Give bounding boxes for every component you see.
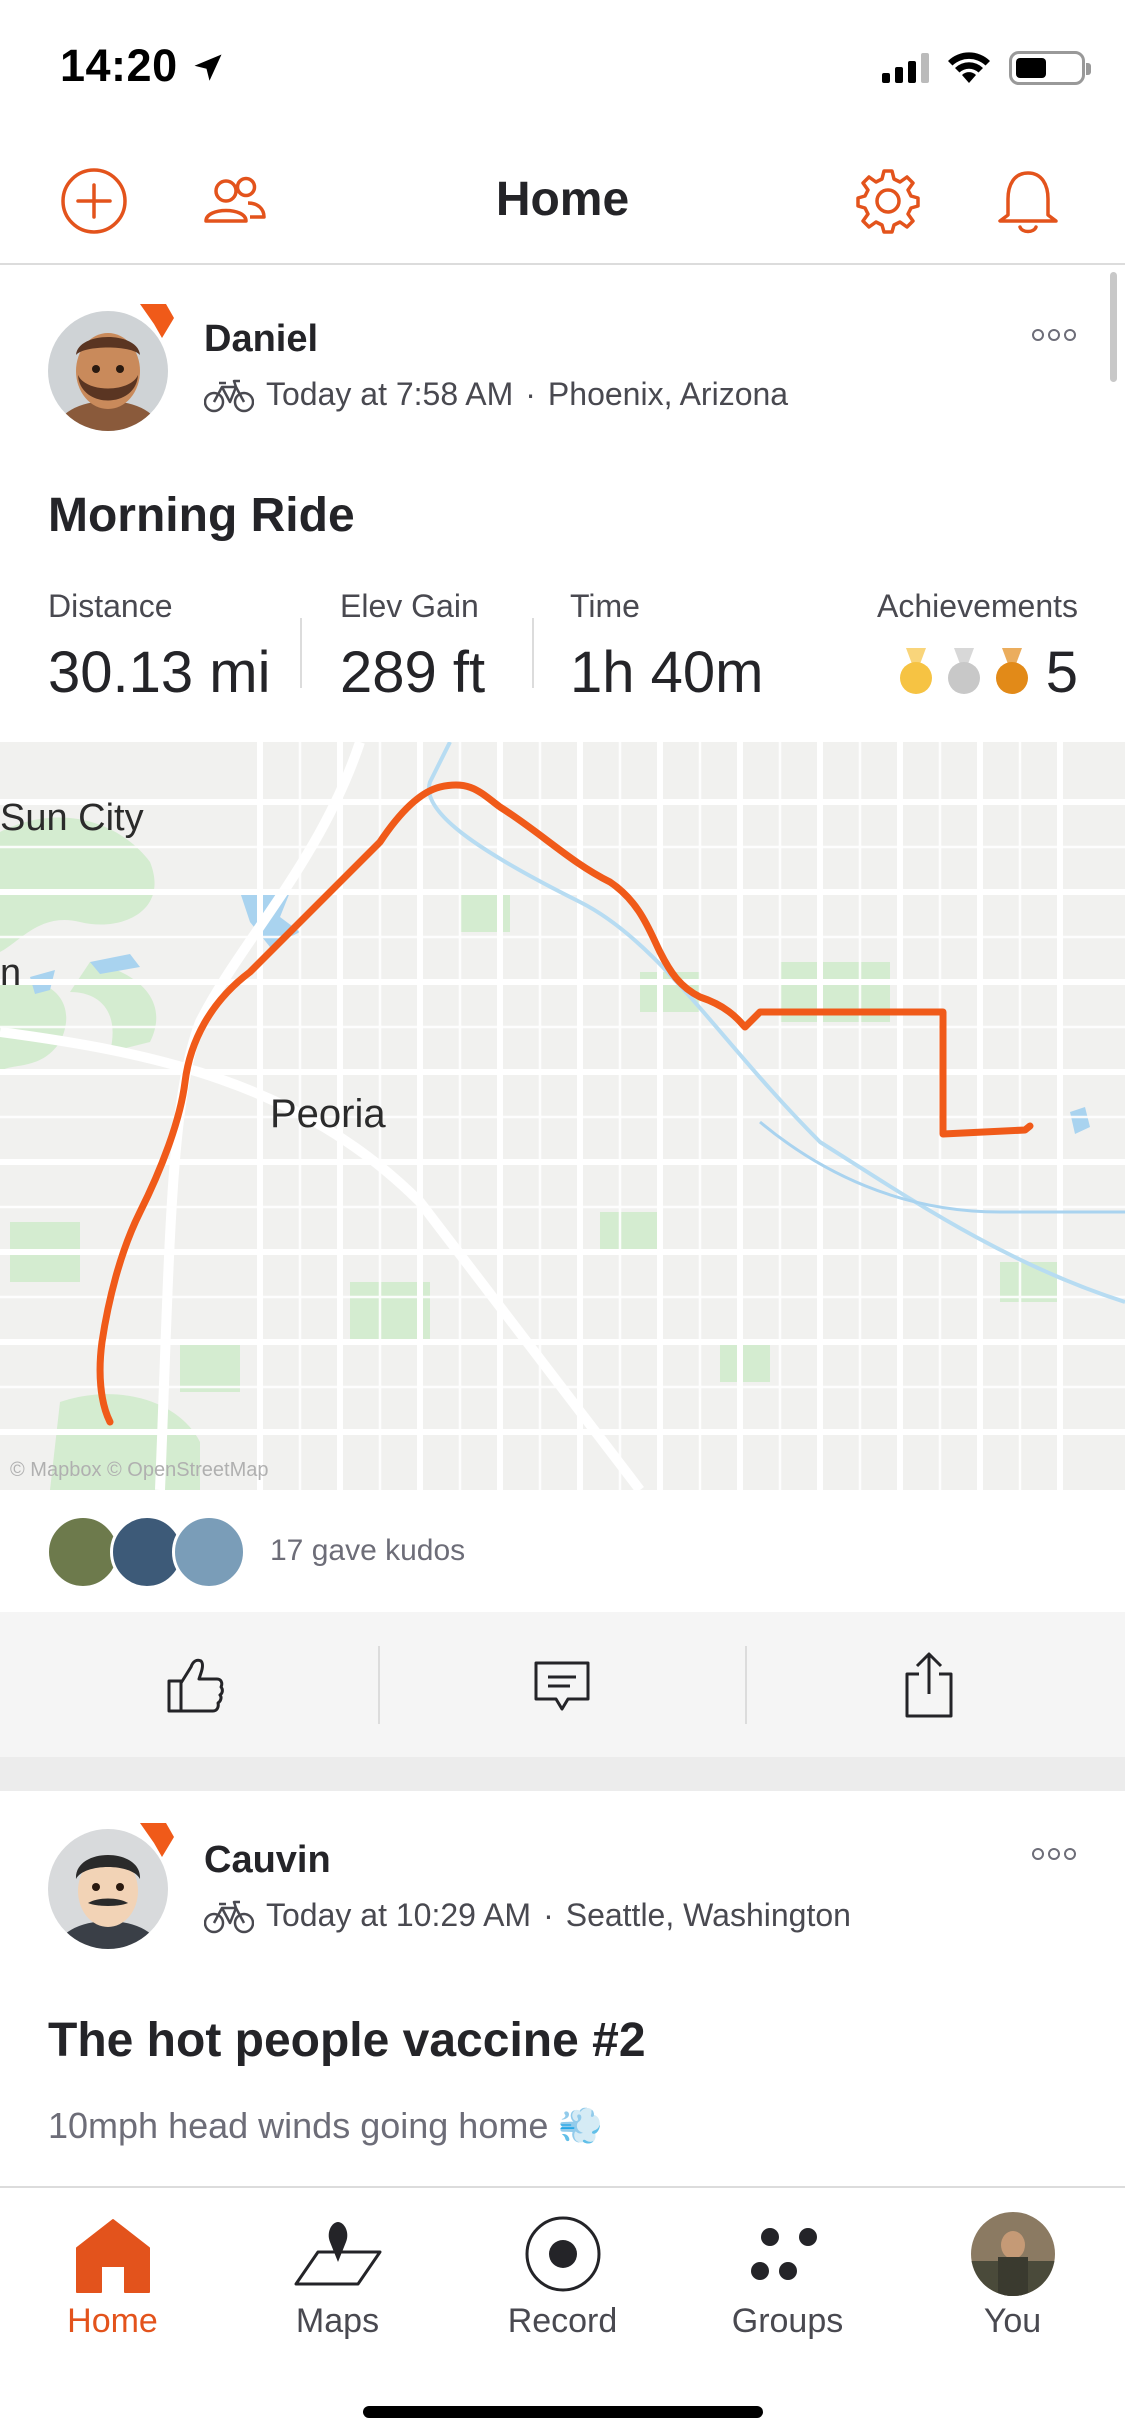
stat-divider [300,618,302,688]
map-label-edge: n [0,952,22,994]
tab-you[interactable]: You [900,2206,1125,2346]
status-bar: 14:20 [0,0,1125,140]
stat-divider [532,618,534,688]
settings-gear-icon[interactable] [852,165,924,237]
comment-icon [534,1661,590,1710]
more-options-icon[interactable] [1031,328,1077,342]
location-arrow-icon [194,54,222,81]
bronze-medal-icon [995,648,1028,694]
tab-label: Record [507,2302,618,2340]
athlete-name[interactable]: Cauvin [204,1839,331,1882]
bike-icon [204,1900,254,1933]
groups-icon [750,2228,817,2280]
activity-location: Seattle, Washington [565,1897,851,1933]
scroll-indicator[interactable] [1110,272,1117,382]
achievements-count: 5 [1045,639,1078,705]
activity-description: 10mph head winds going home 💨 [48,2105,604,2146]
give-kudos-button[interactable] [8,1612,382,1757]
wifi-icon [948,52,990,83]
more-options-icon[interactable] [1031,1847,1077,1861]
tab-groups[interactable]: Groups [675,2206,900,2346]
battery-icon [1009,51,1091,85]
activity-meta: Today at 10:29 AM · Seattle, Washington [204,1897,851,1934]
tab-maps[interactable]: Maps [225,2206,450,2346]
stat-label: Distance [48,588,173,624]
subscriber-badge-icon [140,1823,174,1857]
meta-separator: · [543,1897,554,1933]
home-icon [75,2219,150,2293]
activity-actions [0,1612,1125,1757]
record-icon [525,2216,600,2292]
cellular-signal-icon [882,53,929,83]
stat-distance: Distance 30.13 mi [48,588,270,706]
status-indicators [882,48,1091,88]
stat-achievements[interactable]: Achievements 5 [877,588,1078,705]
notifications-bell-icon[interactable] [992,165,1064,237]
share-button[interactable] [742,1612,1116,1757]
stat-elev-gain: Elev Gain 289 ft [340,588,485,706]
tab-home[interactable]: Home [0,2206,225,2346]
stat-value: 289 ft [340,640,486,705]
map-canvas [0,742,1125,1490]
stat-label: Achievements [877,588,1078,624]
page-title: Home [495,173,630,226]
app-header: Home [0,140,1125,265]
activity-timestamp: Today at 7:58 AM [266,376,514,412]
meta-separator: · [525,376,536,412]
tab-label: Home [67,2302,158,2340]
stat-value: 1h 40m [570,640,764,705]
subscriber-badge-icon [140,304,174,338]
tab-bar: Home Maps Record Groups You [0,2186,1125,2436]
activity-timestamp: Today at 10:29 AM [266,1897,532,1933]
gold-medal-icon [899,648,932,694]
home-indicator[interactable] [363,2406,763,2418]
tab-label: Maps [295,2302,380,2340]
comment-button[interactable] [375,1612,749,1757]
kudos-avatar [46,1515,120,1589]
athlete-name[interactable]: Daniel [204,318,318,361]
tab-label: Groups [731,2302,844,2340]
maps-icon [294,2222,381,2286]
activity-title[interactable]: The hot people vaccine #2 [48,2013,646,2068]
stat-label: Elev Gain [340,588,479,624]
status-time: 14:20 [60,40,178,91]
kudos-avatar [172,1515,246,1589]
share-icon [905,1652,953,1717]
route-map[interactable]: Sun City Peoria n © Mapbox © OpenStreetM… [0,742,1125,1490]
activity-location: Phoenix, Arizona [547,376,789,412]
map-attribution[interactable]: © Mapbox © OpenStreetMap [10,1459,269,1482]
kudos-row[interactable]: 17 gave kudos [0,1490,1125,1612]
stat-time: Time 1h 40m [570,588,763,706]
feed-separator [0,1757,1125,1791]
thumbs-up-icon [167,1658,224,1712]
map-label-peoria: Peoria [270,1092,386,1136]
map-label-sun-city: Sun City [0,797,144,839]
stat-value: 30.13 mi [48,640,271,705]
activity-meta: Today at 7:58 AM · Phoenix, Arizona [204,376,788,413]
kudos-count: 17 gave kudos [270,1534,466,1567]
stat-label: Time [570,588,640,624]
silver-medal-icon [947,648,980,694]
tab-record[interactable]: Record [450,2206,675,2346]
activity-title[interactable]: Morning Ride [48,488,355,543]
bike-icon [204,379,254,412]
activity-stats: Distance 30.13 mi Elev Gain 289 ft Time … [48,588,1078,705]
profile-avatar [970,2212,1055,2296]
tab-label: You [983,2302,1042,2340]
